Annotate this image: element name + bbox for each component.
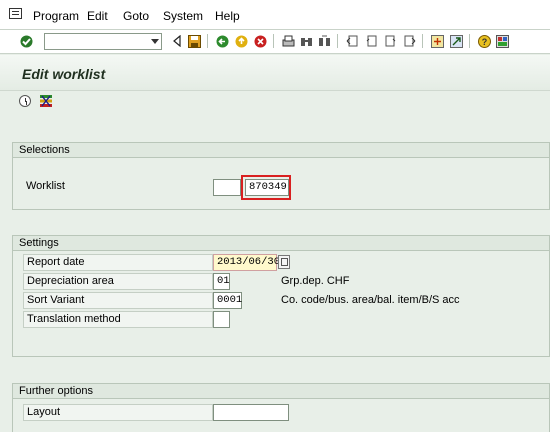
sap-menu-icon[interactable] (9, 8, 22, 19)
toolbar-separator (207, 34, 208, 48)
depreciation-area-description: Grp.dep. CHF (281, 275, 350, 287)
save-icon[interactable] (187, 34, 201, 48)
page-title: Edit worklist (22, 66, 106, 82)
report-date-label: Report date (23, 254, 213, 271)
find-icon[interactable] (299, 34, 313, 48)
multiple-selection-icon[interactable] (40, 95, 52, 107)
toolbar-separator (273, 34, 274, 48)
title-bar: Edit worklist (0, 55, 550, 91)
prev-page-icon[interactable] (364, 34, 378, 48)
cancel-icon[interactable] (253, 34, 267, 48)
menu-program[interactable]: Program (33, 9, 79, 23)
back-arrow-icon[interactable] (170, 34, 184, 48)
last-page-icon[interactable] (402, 34, 416, 48)
sort-variant-description: Co. code/bus. area/bal. item/B/S acc (281, 294, 460, 306)
menu-system[interactable]: System (163, 9, 203, 23)
execute-in-background-icon[interactable] (19, 95, 31, 107)
settings-header: Settings (13, 236, 549, 251)
toolbar-separator (422, 34, 423, 48)
first-page-icon[interactable] (345, 34, 359, 48)
svg-text:?: ? (481, 37, 487, 47)
back-icon[interactable] (215, 34, 229, 48)
shortcut-icon[interactable] (449, 34, 463, 48)
menu-goto[interactable]: Goto (123, 9, 149, 23)
create-session-icon[interactable] (430, 34, 444, 48)
next-page-icon[interactable] (383, 34, 397, 48)
application-toolbar (0, 91, 550, 113)
help-icon[interactable]: ? (477, 34, 491, 48)
menu-edit[interactable]: Edit (87, 9, 108, 23)
worklist-type-field[interactable] (213, 179, 241, 196)
translation-method-label: Translation method (23, 311, 213, 328)
layout-label: Layout (23, 404, 213, 421)
find-next-icon[interactable] (317, 34, 331, 48)
selections-header: Selections (13, 143, 549, 158)
toolbar-separator (469, 34, 470, 48)
standard-toolbar: ? (0, 30, 550, 54)
toolbar-separator (337, 34, 338, 48)
further-options-header: Further options (13, 384, 549, 399)
menu-help[interactable]: Help (215, 9, 240, 23)
translation-method-field[interactable] (213, 311, 230, 328)
print-icon[interactable] (281, 34, 295, 48)
command-field[interactable] (44, 33, 162, 50)
layout-field[interactable] (213, 404, 289, 421)
chevron-down-icon[interactable] (151, 39, 159, 44)
enter-icon[interactable] (19, 34, 33, 48)
highlight-box (241, 175, 291, 200)
exit-icon[interactable] (234, 34, 248, 48)
layout-menu-icon[interactable] (495, 34, 509, 48)
report-date-field[interactable]: 2013/06/30 (213, 254, 280, 271)
sort-variant-field[interactable]: 0001 (213, 292, 242, 309)
sort-variant-label: Sort Variant (23, 292, 213, 309)
calendar-help-icon[interactable] (278, 255, 290, 269)
depreciation-area-field[interactable]: 01 (213, 273, 230, 290)
depreciation-area-label: Depreciation area (23, 273, 213, 290)
menu-bar: Program Edit Goto System Help (0, 0, 550, 30)
worklist-label: Worklist (26, 180, 65, 192)
